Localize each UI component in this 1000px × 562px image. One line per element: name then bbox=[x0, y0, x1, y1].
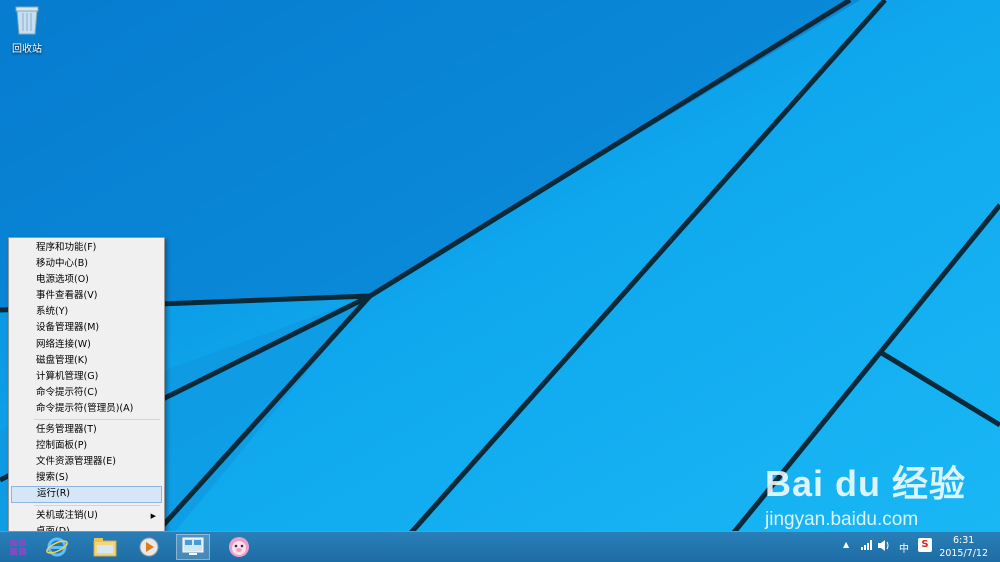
recycle-bin-label: 回收站 bbox=[12, 44, 42, 55]
menu-item-group1-7[interactable]: 磁盘管理(K) bbox=[11, 353, 162, 369]
remote-desktop-icon bbox=[182, 537, 204, 555]
internet-explorer-icon bbox=[46, 537, 68, 557]
volume-icon[interactable] bbox=[878, 540, 890, 554]
menu-item-label: 搜索(S) bbox=[36, 472, 69, 484]
menu-item-label: 系统(Y) bbox=[36, 306, 69, 318]
windows-logo-icon bbox=[10, 539, 26, 555]
media-player-icon bbox=[139, 537, 159, 557]
media-player-button[interactable] bbox=[132, 534, 166, 560]
menu-item-group2-3[interactable]: 搜索(S) bbox=[11, 470, 162, 486]
menu-item-label: 事件查看器(V) bbox=[36, 290, 98, 302]
menu-item-label: 计算机管理(G) bbox=[36, 370, 99, 382]
winx-context-menu: 程序和功能(F) 移动中心(B) 电源选项(O) 事件查看器(V) 系统(Y) 设备管理器… bbox=[8, 237, 165, 543]
baidu-watermark: Bai du 经验 jingyan.baidu.com bbox=[765, 455, 966, 531]
sogou-input-icon[interactable]: S bbox=[918, 538, 932, 552]
show-hidden-icons-icon[interactable]: ▲ bbox=[843, 540, 849, 549]
pig-app-icon bbox=[229, 537, 249, 557]
recycle-bin-icon bbox=[15, 6, 39, 35]
file-explorer-icon bbox=[93, 538, 117, 557]
network-icon[interactable] bbox=[861, 540, 873, 553]
menu-item-label: 命令提示符(管理员)(A) bbox=[36, 402, 134, 414]
menu-item-group1-1[interactable]: 移动中心(B) bbox=[11, 256, 162, 272]
file-explorer-button[interactable] bbox=[88, 534, 122, 560]
menu-item-label: 关机或注销(U) bbox=[36, 509, 98, 521]
watermark-url: jingyan.baidu.com bbox=[765, 509, 919, 530]
recycle-bin[interactable]: 回收站 bbox=[4, 4, 50, 55]
menu-item-label: 文件资源管理器(E) bbox=[36, 456, 116, 468]
taskbar: ▲ 中 S 6:31 2015/7/12 bbox=[0, 531, 1000, 562]
ime-indicator[interactable]: 中 bbox=[899, 540, 909, 555]
menu-item-group3-0[interactable]: 关机或注销(U) ▶ bbox=[11, 508, 162, 524]
menu-item-label: 磁盘管理(K) bbox=[36, 354, 88, 366]
menu-item-group1-2[interactable]: 电源选项(O) bbox=[11, 272, 162, 288]
clock-time: 6:31 bbox=[952, 535, 975, 546]
menu-item-group1-0[interactable]: 程序和功能(F) bbox=[11, 240, 162, 256]
menu-item-label: 电源选项(O) bbox=[36, 274, 89, 286]
system-clock[interactable]: 6:31 2015/7/12 bbox=[939, 534, 988, 560]
submenu-arrow-icon: ▶ bbox=[150, 511, 156, 520]
menu-item-group1-8[interactable]: 计算机管理(G) bbox=[11, 369, 162, 385]
menu-item-group1-5[interactable]: 设备管理器(M) bbox=[11, 320, 162, 336]
menu-item-group1-4[interactable]: 系统(Y) bbox=[11, 304, 162, 320]
menu-item-label: 任务管理器(T) bbox=[36, 424, 97, 436]
menu-item-group2-0[interactable]: 任务管理器(T) bbox=[11, 422, 162, 438]
menu-item-group1-6[interactable]: 网络连接(W) bbox=[11, 337, 162, 353]
menu-item-label: 移动中心(B) bbox=[36, 258, 88, 270]
menu-item-label: 命令提示符(C) bbox=[36, 386, 98, 398]
pig-app-button[interactable] bbox=[222, 534, 256, 560]
menu-separator bbox=[34, 419, 160, 421]
remote-desktop-button[interactable] bbox=[176, 534, 210, 560]
menu-item-group2-1[interactable]: 控制面板(P) bbox=[11, 438, 162, 454]
menu-item-group1-10[interactable]: 命令提示符(管理员)(A) bbox=[11, 401, 162, 417]
menu-item-label: 控制面板(P) bbox=[36, 440, 88, 452]
menu-item-group2-4[interactable]: 运行(R) bbox=[11, 486, 162, 503]
watermark-logo: Bai du 经验 bbox=[765, 463, 967, 504]
menu-item-label: 程序和功能(F) bbox=[36, 242, 97, 253]
internet-explorer-button[interactable] bbox=[40, 534, 74, 560]
menu-item-group1-3[interactable]: 事件查看器(V) bbox=[11, 288, 162, 304]
clock-date: 2015/7/12 bbox=[939, 548, 988, 559]
menu-item-label: 运行(R) bbox=[37, 488, 71, 500]
menu-separator bbox=[34, 504, 160, 506]
menu-item-label: 网络连接(W) bbox=[36, 338, 91, 350]
menu-item-group1-9[interactable]: 命令提示符(C) bbox=[11, 385, 162, 401]
menu-item-group2-2[interactable]: 文件资源管理器(E) bbox=[11, 454, 162, 470]
menu-item-label: 设备管理器(M) bbox=[36, 322, 100, 334]
start-button[interactable] bbox=[0, 532, 36, 562]
